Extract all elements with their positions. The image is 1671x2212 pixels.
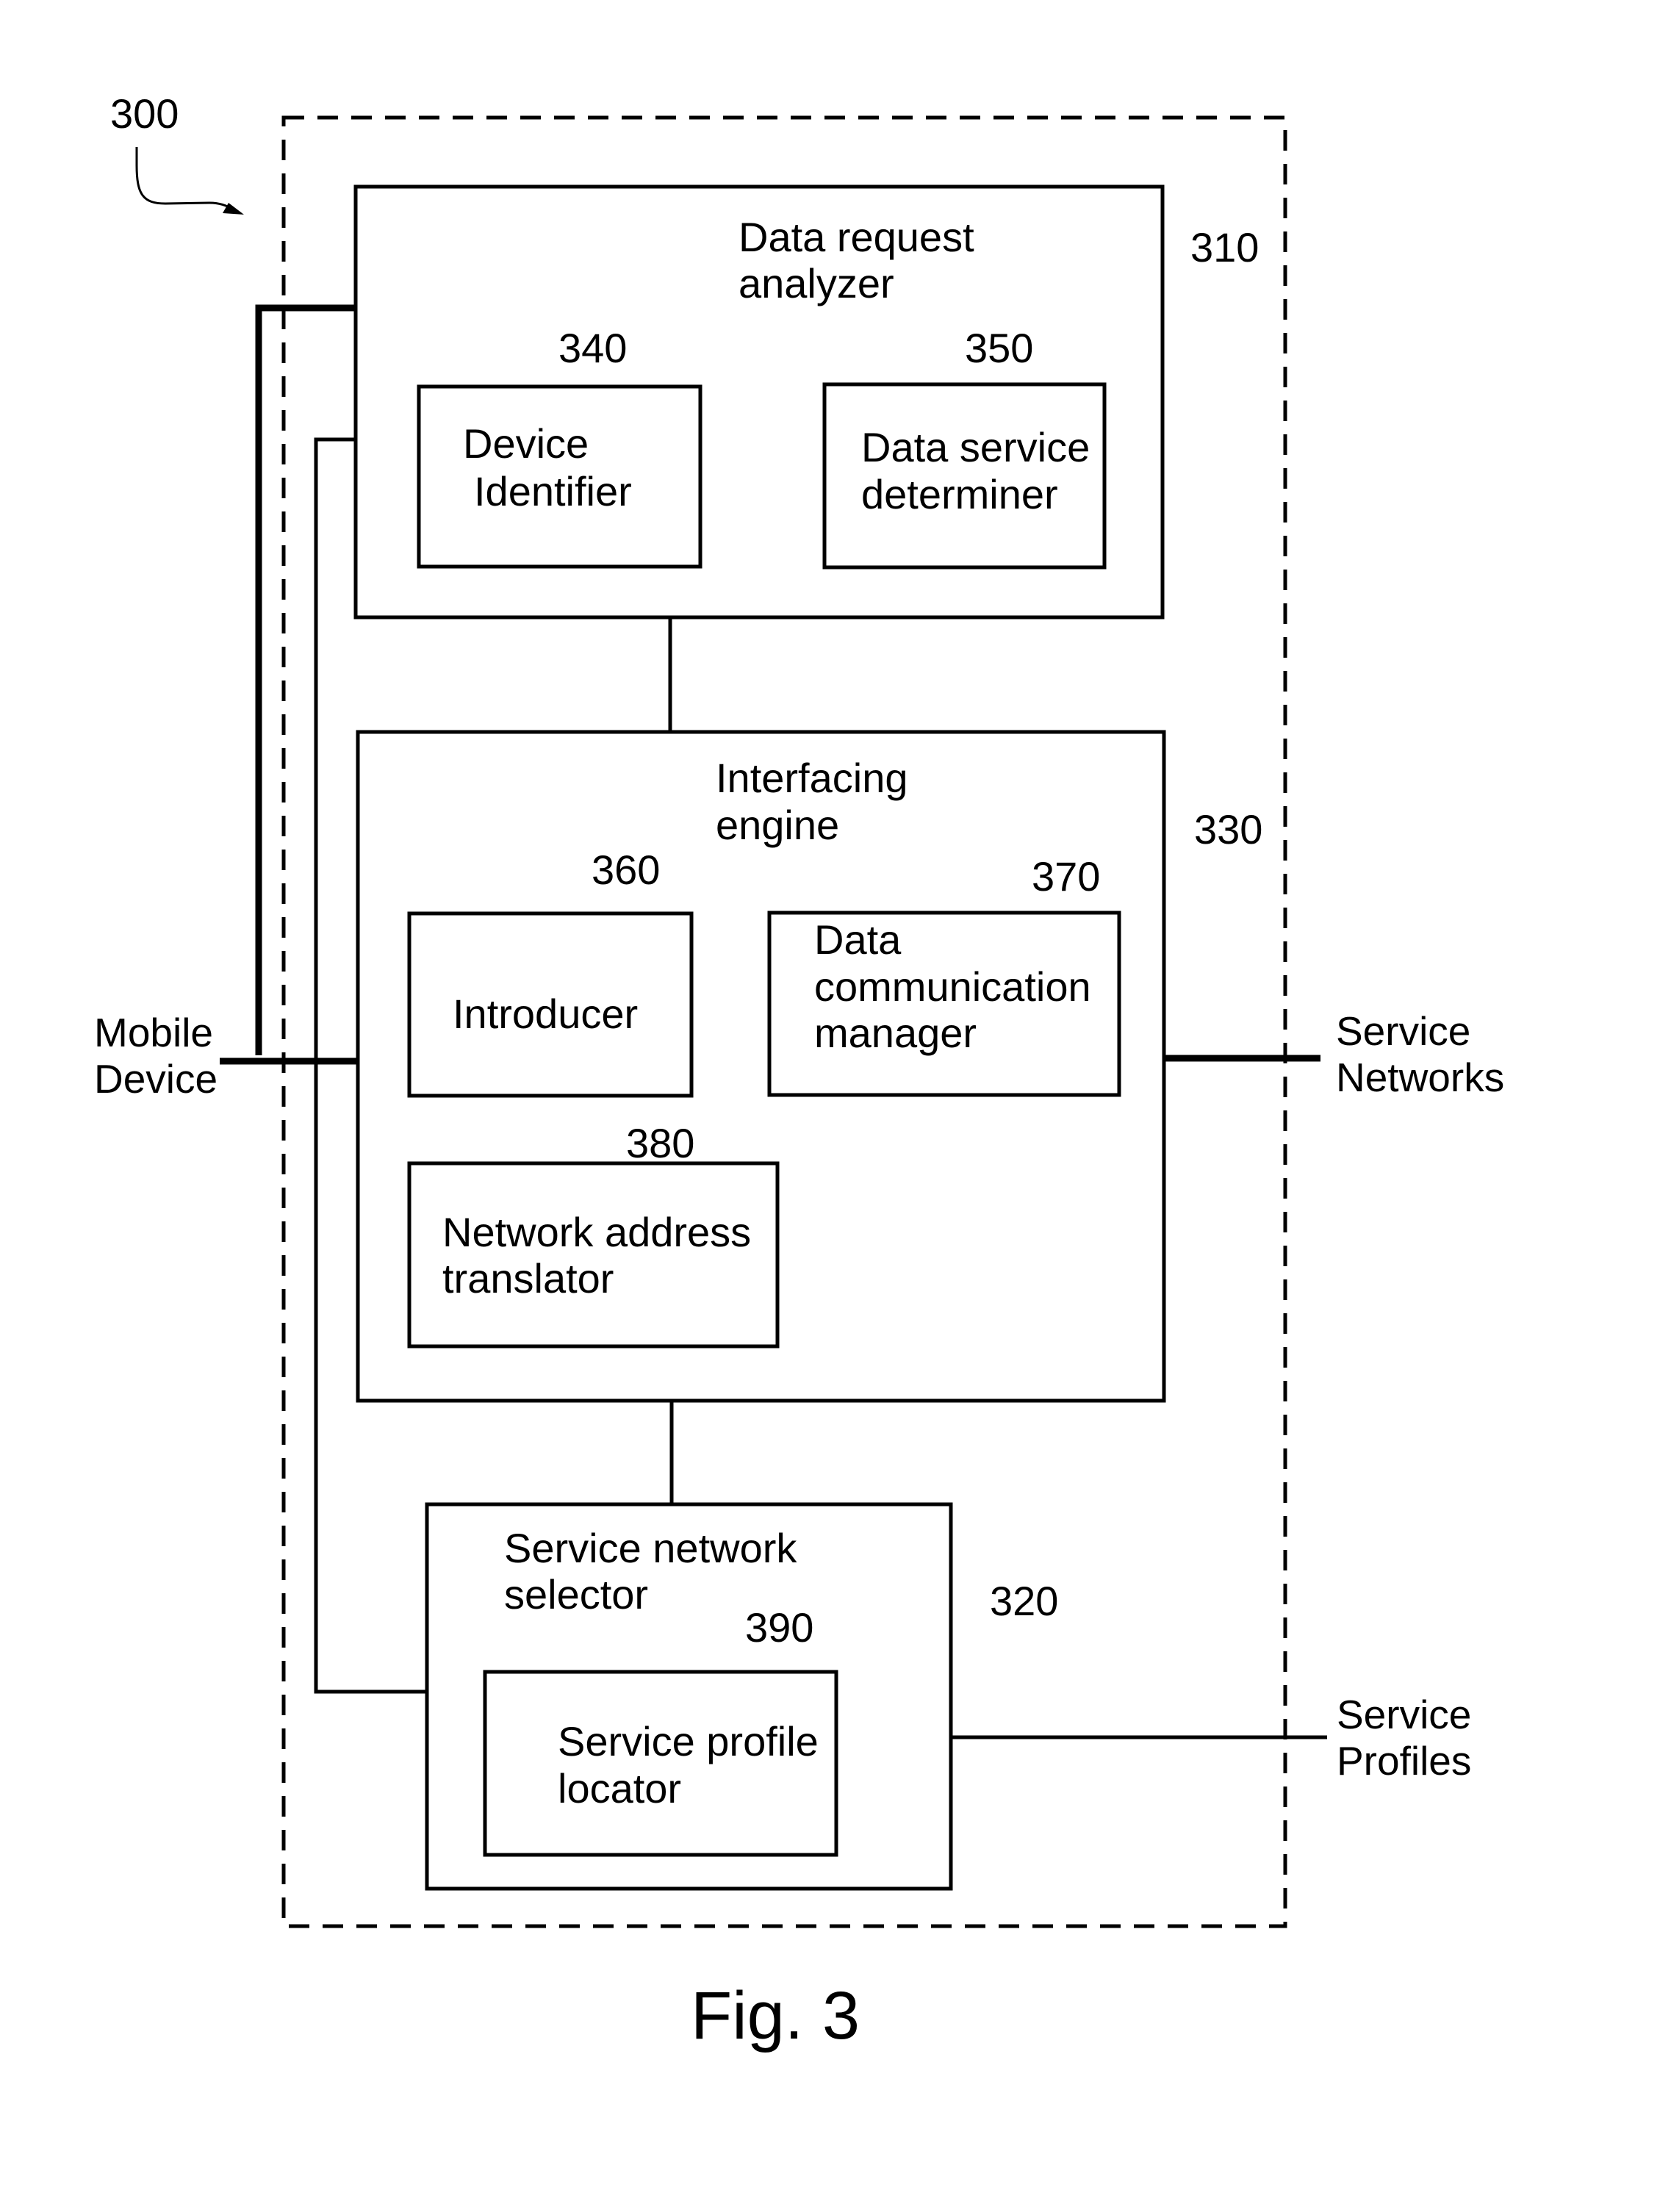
patent-figure: 300 Data request analyzer 310 340 Device… bbox=[94, 90, 1504, 2053]
device-identifier-label-2: Identifier bbox=[474, 468, 632, 514]
data-communication-manager-label-3: manager bbox=[814, 1010, 977, 1056]
thick-bus-to-analyzer bbox=[255, 304, 357, 1055]
service-network-selector-block: Service network selector 320 390 Service… bbox=[425, 1502, 1058, 1891]
data-service-determiner-label-2: determiner bbox=[861, 471, 1058, 517]
ref-370: 370 bbox=[1032, 853, 1100, 899]
data-communication-manager-label-2: communication bbox=[814, 963, 1091, 1010]
figure-caption: Fig. 3 bbox=[691, 1978, 860, 2053]
service-profile-locator-label-2: locator bbox=[558, 1765, 681, 1811]
interfacing-engine-title-1: Interfacing bbox=[716, 755, 908, 801]
ref-arrow-curve bbox=[135, 147, 234, 212]
ref-390: 390 bbox=[745, 1604, 813, 1651]
service-profile-locator-label-1: Service profile bbox=[558, 1718, 819, 1764]
ref-360: 360 bbox=[592, 847, 660, 893]
system-ref-label: 300 bbox=[110, 90, 179, 137]
service-profiles-label-2: Profiles bbox=[1337, 1738, 1471, 1784]
service-networks-label-1: Service bbox=[1336, 1008, 1470, 1054]
service-profiles-label-1: Service bbox=[1337, 1692, 1471, 1737]
ref-320: 320 bbox=[990, 1578, 1058, 1624]
network-address-translator-label-1: Network address bbox=[442, 1209, 751, 1255]
mobile-device-label-1: Mobile bbox=[94, 1010, 213, 1055]
service-network-selector-title-1: Service network bbox=[504, 1525, 797, 1571]
system-ref-arrow bbox=[135, 147, 244, 215]
ref-350: 350 bbox=[965, 325, 1033, 371]
service-network-selector-title-2: selector bbox=[504, 1571, 648, 1617]
device-identifier-label-1: Device bbox=[463, 420, 589, 467]
network-address-translator-label-2: translator bbox=[442, 1255, 614, 1301]
data-service-determiner-label-1: Data service bbox=[861, 424, 1090, 470]
service-networks-label-2: Networks bbox=[1336, 1055, 1504, 1100]
interfacing-engine-block: Interfacing engine 330 360 Introducer 37… bbox=[356, 730, 1262, 1403]
data-communication-manager-label-1: Data bbox=[814, 916, 902, 963]
ref-310: 310 bbox=[1190, 224, 1259, 270]
ref-340: 340 bbox=[558, 325, 627, 371]
ref-380: 380 bbox=[626, 1120, 694, 1166]
data-request-analyzer-title-2: analyzer bbox=[739, 260, 894, 306]
introducer-label: Introducer bbox=[453, 991, 638, 1037]
interfacing-engine-title-2: engine bbox=[716, 802, 839, 848]
data-request-analyzer-title-1: Data request bbox=[739, 214, 974, 260]
ref-330: 330 bbox=[1194, 806, 1262, 852]
mobile-device-label-2: Device bbox=[94, 1056, 218, 1102]
data-request-analyzer-block: Data request analyzer 310 340 Device Ide… bbox=[353, 184, 1259, 620]
